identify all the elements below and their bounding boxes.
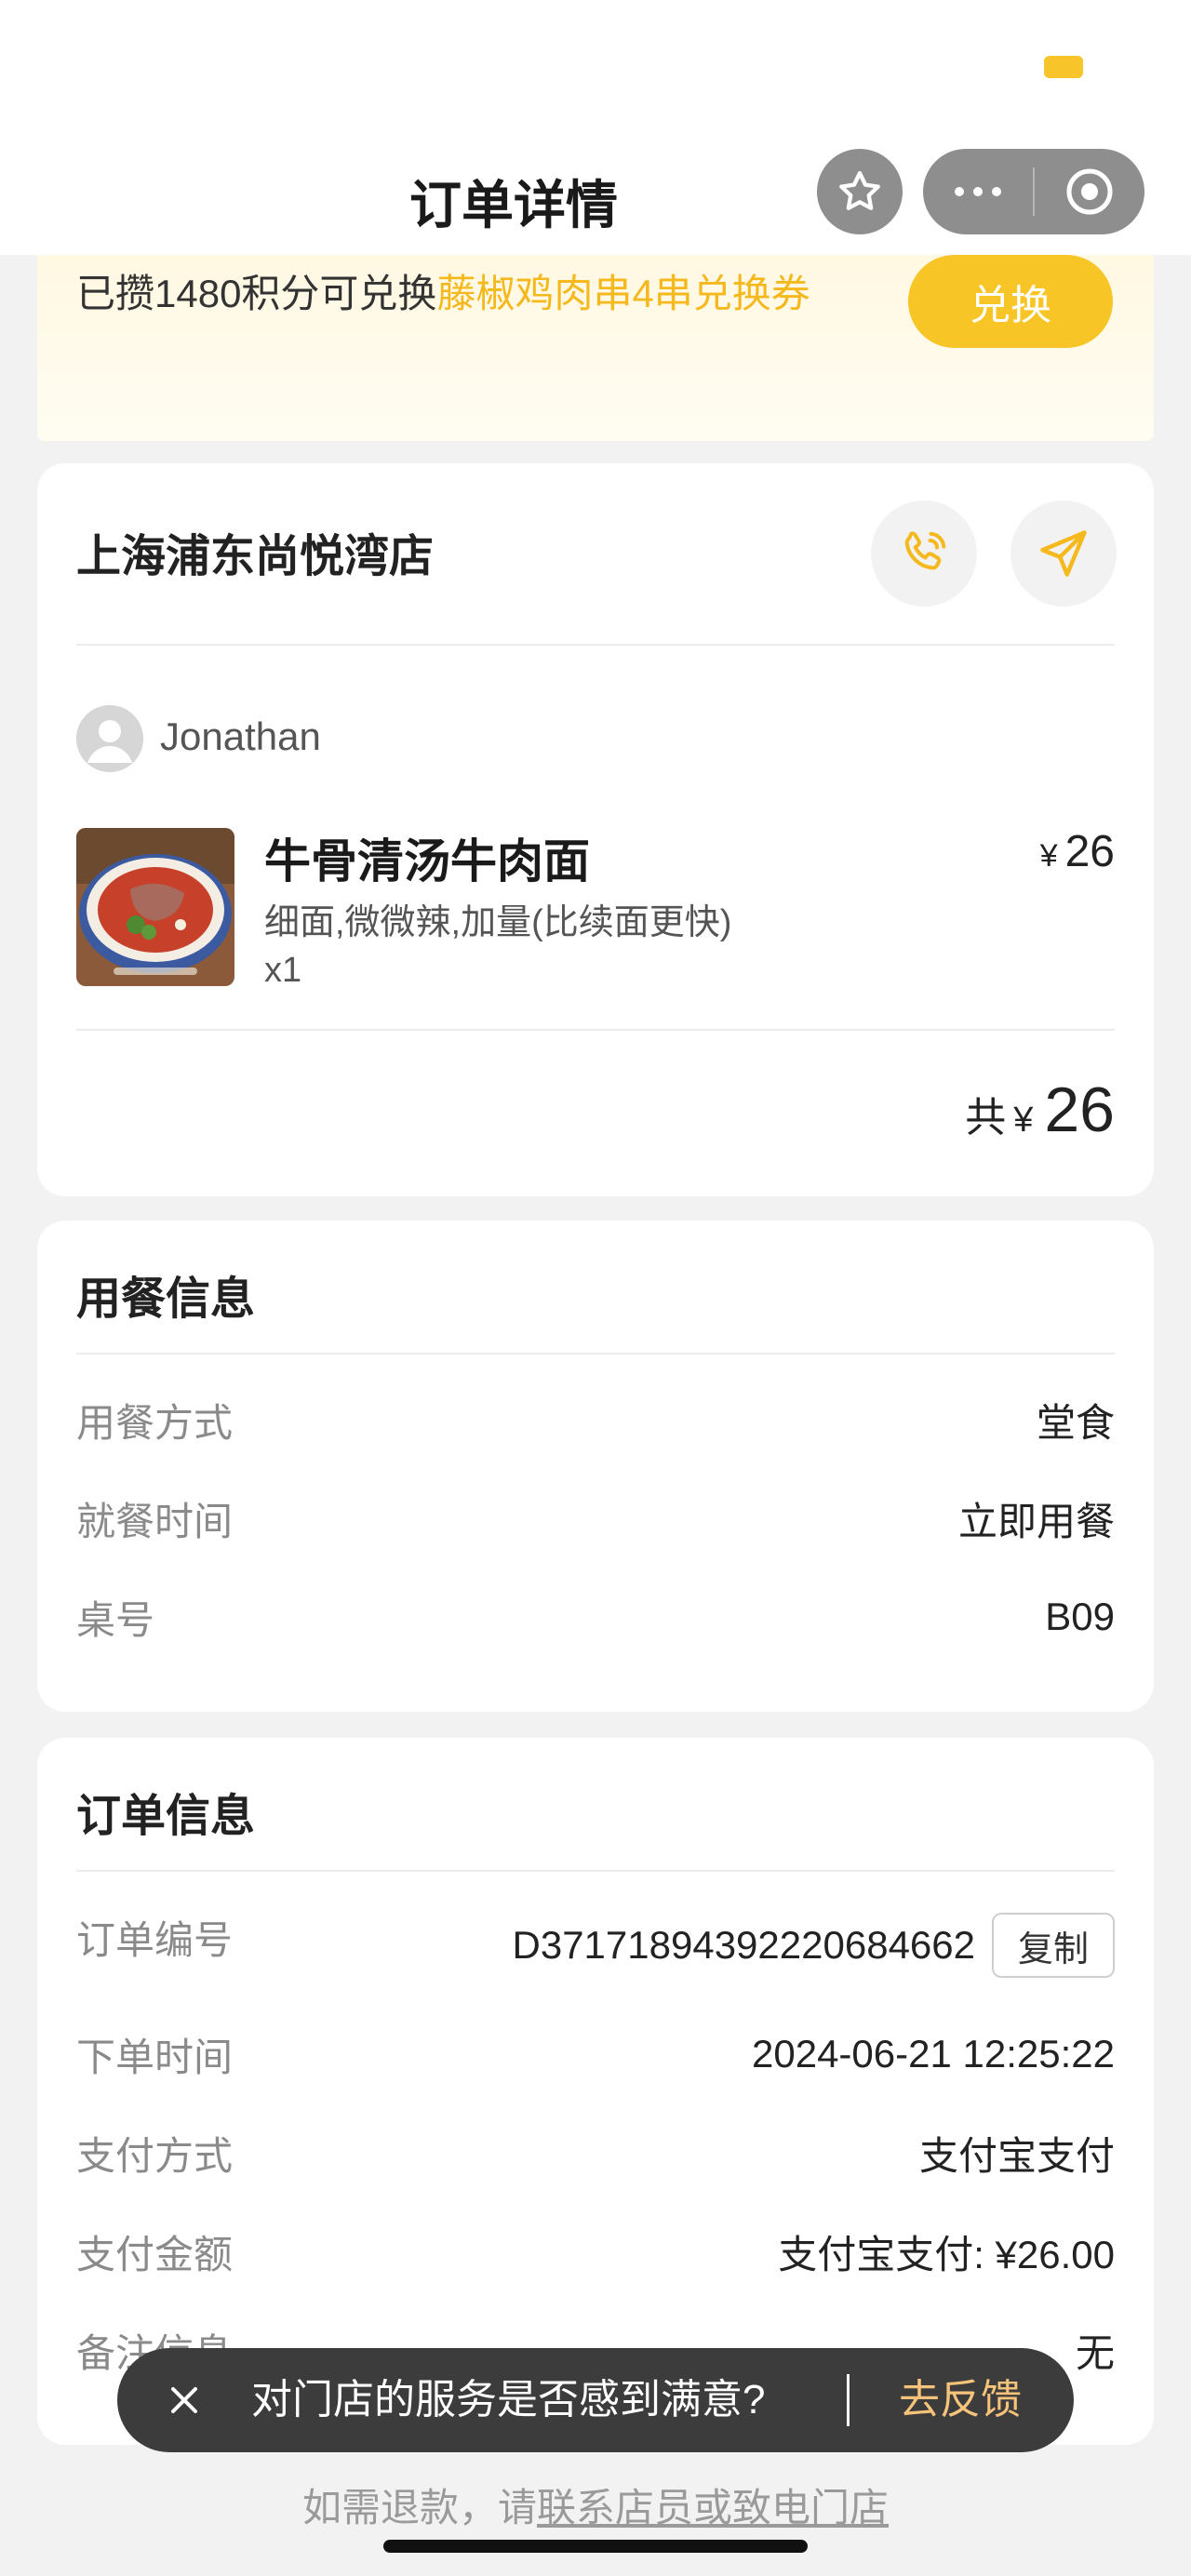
dish-price-value: 26 [1064, 827, 1115, 876]
order-info-card: 订单信息 订单编号 D3717189439222068466​2 复制 下单时间… [37, 1738, 1154, 2445]
nav-bar: 订单详情 [0, 140, 1191, 255]
phone-icon [904, 531, 946, 570]
user-avatar-icon [76, 705, 143, 772]
row-label: 桌号 [76, 1597, 155, 1642]
star-button[interactable] [817, 149, 903, 234]
row-value: 立即用餐 [957, 1499, 1115, 1543]
total-amount: 26 [1044, 1074, 1115, 1145]
copy-button[interactable]: 复制 [992, 1913, 1115, 1978]
home-indicator [383, 2540, 808, 2553]
info-row-table-number: 桌号 B09 [76, 1589, 1115, 1645]
row-label: 就餐时间 [76, 1499, 234, 1543]
contact-store-link[interactable]: 联系店员或致电门店 [537, 2486, 889, 2529]
order-number: D3717189439222068466​2 [512, 1923, 976, 1967]
dish-image [76, 828, 234, 986]
avatar [76, 705, 143, 772]
close-icon [171, 2387, 197, 2413]
mini-program-capsule [923, 149, 1144, 234]
info-row-dining-time: 就餐时间 立即用餐 [76, 1490, 1115, 1546]
redeem-button[interactable]: 兑换 [908, 255, 1113, 348]
dish-quantity: x1 [264, 951, 302, 990]
total-currency: ¥ [1013, 1101, 1034, 1140]
user-name: Jonathan [160, 714, 321, 758]
section-title: 用餐信息 [76, 1275, 256, 1324]
total-label: 共 [965, 1095, 1007, 1141]
feedback-question: 对门店的服务是否感到满意? [251, 2377, 766, 2423]
promo-text: 已攒1480积分可兑换藤椒鸡肉串4串兑换券 [76, 255, 858, 333]
divider [76, 1353, 1115, 1355]
currency-symbol: ¥ [1039, 838, 1058, 874]
dish-spec: 细面,微微辣,加量(比续面更快) [264, 903, 732, 942]
info-row-order-time: 下单时间 2024-06-21 12:25:22 [76, 2026, 1115, 2082]
row-value: 无 [1075, 2330, 1115, 2375]
close-mini-program-button[interactable] [1035, 149, 1144, 234]
row-value: B09 [1045, 1595, 1115, 1638]
order-total: 共 ¥ 26 [965, 1074, 1115, 1146]
feedback-toast: 对门店的服务是否感到满意? 去反馈 [117, 2348, 1074, 2452]
info-row-payment-method: 支付方式 支付宝支付 [76, 2125, 1115, 2181]
toast-divider [847, 2374, 850, 2426]
star-icon [839, 170, 880, 210]
refund-hint-prefix: 如需退款，请 [301, 2486, 537, 2529]
dish-price: ¥26 [1040, 826, 1115, 877]
info-row-order-number: 订单编号 D3717189439222068466​2 复制 [76, 1909, 1115, 1978]
store-name: 上海浦东尚悦湾店 [76, 532, 435, 581]
row-label: 支付方式 [76, 2133, 234, 2178]
navigate-to-store-button[interactable] [1010, 501, 1117, 607]
more-button[interactable] [923, 149, 1033, 234]
promo-text-prefix: 已攒1480积分可兑换 [76, 272, 437, 315]
dish-name: 牛骨清汤牛肉面 [264, 835, 590, 888]
info-row-payment-amount: 支付金额 支付宝支付: ¥26.00 [76, 2223, 1115, 2279]
row-value: 2024-06-21 12:25:22 [752, 2032, 1115, 2075]
row-label: 订单编号 [76, 1918, 234, 1962]
store-order-card: 上海浦东尚悦湾店 Jonathan 牛骨清汤牛肉面 ¥ 26 细面,微微辣,加量… [37, 463, 1154, 1196]
row-value: 支付宝支付: ¥26.00 [778, 2232, 1115, 2276]
row-value: 堂食 [1036, 1400, 1115, 1445]
navigate-arrow-icon [1040, 530, 1087, 577]
close-toast-button[interactable] [162, 2348, 207, 2452]
promo-highlight[interactable]: 藤椒鸡肉串4串兑换券 [436, 272, 810, 315]
battery-icon [1044, 56, 1083, 78]
divider [76, 1870, 1115, 1872]
points-promo-banner: 已攒1480积分可兑换藤椒鸡肉串4串兑换券 兑换 [37, 255, 1154, 441]
status-bar [0, 0, 1191, 140]
target-icon [1066, 168, 1113, 215]
order-number-group: D3717189439222068466​2 复制 [512, 1913, 1115, 1978]
give-feedback-link[interactable]: 去反馈 [899, 2348, 1022, 2452]
row-label: 支付金额 [76, 2232, 234, 2276]
row-label: 用餐方式 [76, 1400, 234, 1445]
row-label: 下单时间 [76, 2035, 234, 2079]
more-dots-icon [955, 187, 1001, 196]
call-store-button[interactable] [871, 501, 977, 607]
info-row-dining-mode: 用餐方式 堂食 [76, 1392, 1115, 1448]
dining-info-card: 用餐信息 用餐方式 堂食 就餐时间 立即用餐 桌号 B09 [37, 1221, 1154, 1712]
divider [76, 644, 1115, 646]
row-value: 支付宝支付 [918, 2133, 1115, 2178]
section-title: 订单信息 [76, 1792, 256, 1841]
divider [76, 1029, 1115, 1031]
refund-hint: 如需退款，请联系店员或致电门店 [0, 2476, 1191, 2533]
